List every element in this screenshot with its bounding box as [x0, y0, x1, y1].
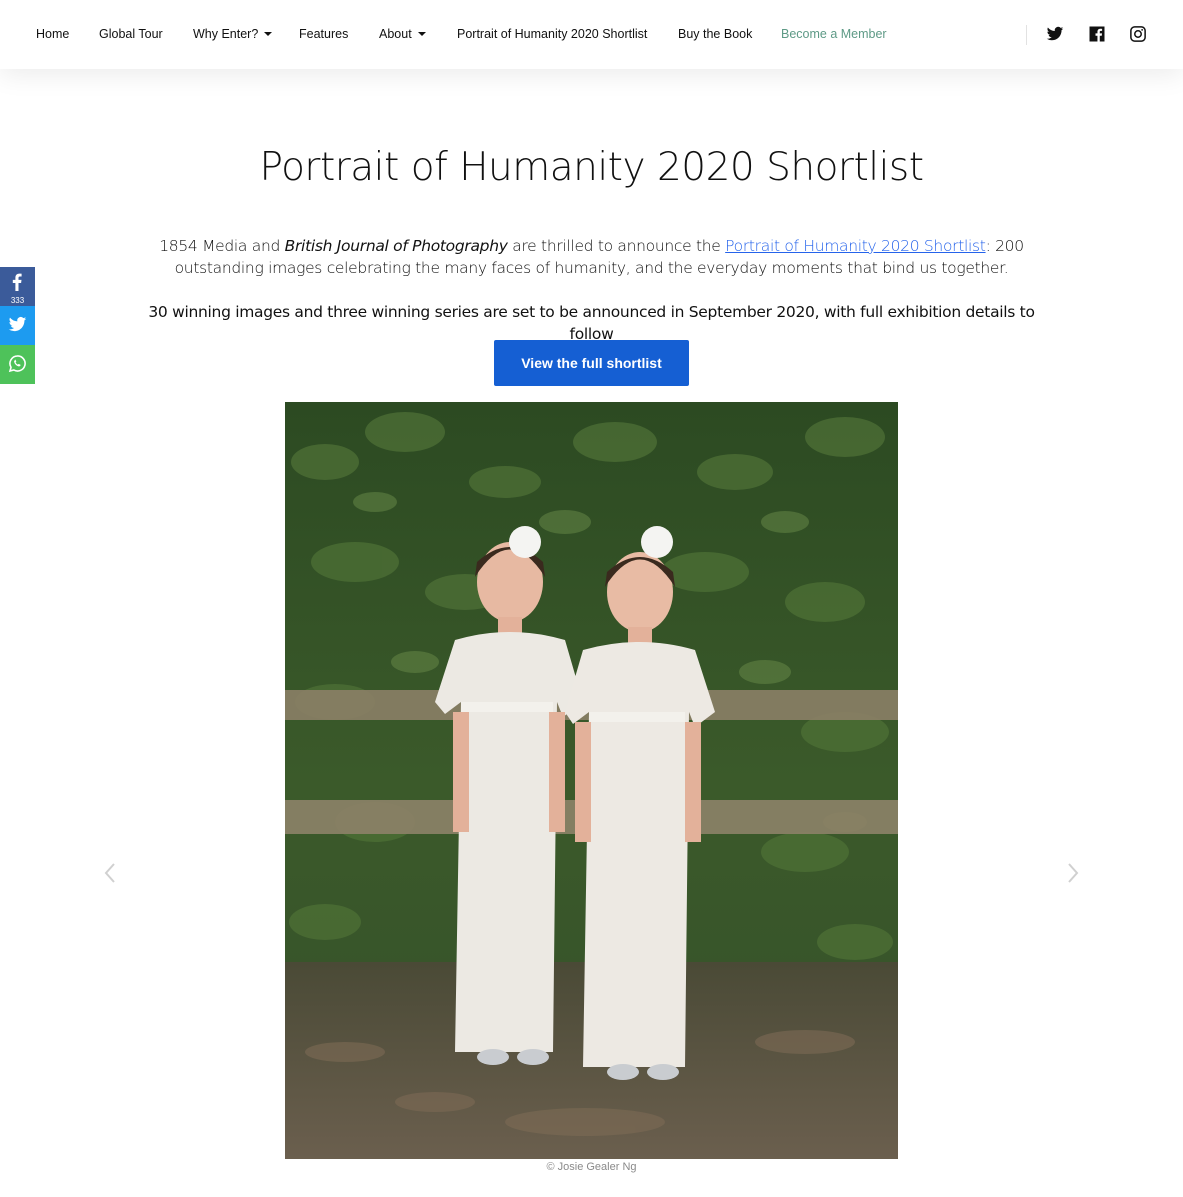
caret-down-icon [264, 31, 273, 36]
photo-credit: © Josie Gealer Ng [546, 1161, 637, 1173]
share-facebook-button[interactable]: 333 [0, 267, 35, 306]
featured-photo [285, 402, 898, 1159]
nav-divider [1026, 25, 1027, 45]
share-bar: 333 [0, 267, 35, 384]
instagram-icon[interactable] [1129, 25, 1147, 43]
nav-item-why-enter-label: Why Enter? [193, 27, 259, 41]
facebook-icon[interactable] [1088, 25, 1106, 43]
chevron-right-icon[interactable] [1066, 862, 1080, 884]
shortlist-link[interactable]: Portrait of Humanity 2020 Shortlist [725, 237, 986, 255]
nav-item-about-label: About [379, 27, 412, 41]
nav-item-buy-book[interactable]: Buy the Book [678, 26, 752, 43]
caret-down-icon [417, 31, 426, 36]
twitter-icon[interactable] [1046, 25, 1064, 43]
nav-item-shortlist[interactable]: Portrait of Humanity 2020 Shortlist [457, 26, 647, 43]
nav-item-why-enter[interactable]: Why Enter? [193, 26, 273, 43]
intro-publication-name: British Journal of Photography [284, 237, 508, 255]
facebook-icon [12, 273, 22, 291]
share-count: 333 [10, 296, 25, 305]
nav-item-global-tour[interactable]: Global Tour [99, 26, 163, 43]
view-shortlist-button[interactable]: View the full shortlist [494, 340, 689, 386]
whatsapp-icon [8, 355, 26, 373]
page-title: Portrait of Humanity 2020 Shortlist [259, 145, 924, 190]
share-whatsapp-button[interactable] [0, 345, 35, 384]
intro-text-1: 1854 Media and [159, 237, 285, 255]
intro-text-2: are thrilled to announce the [507, 237, 726, 255]
top-navigation: Home Global Tour Why Enter? Features Abo… [0, 0, 1183, 69]
announcement-text: 30 winning images and three winning seri… [148, 303, 1035, 343]
nav-item-features[interactable]: Features [299, 26, 348, 43]
intro-paragraph: 1854 Media and British Journal of Photog… [130, 235, 1053, 279]
chevron-left-icon[interactable] [103, 862, 117, 884]
nav-item-home[interactable]: Home [36, 26, 69, 43]
share-twitter-button[interactable] [0, 306, 35, 345]
nav-item-become-member[interactable]: Become a Member [781, 26, 887, 43]
twitter-icon [8, 316, 27, 332]
nav-item-about[interactable]: About [379, 26, 426, 43]
